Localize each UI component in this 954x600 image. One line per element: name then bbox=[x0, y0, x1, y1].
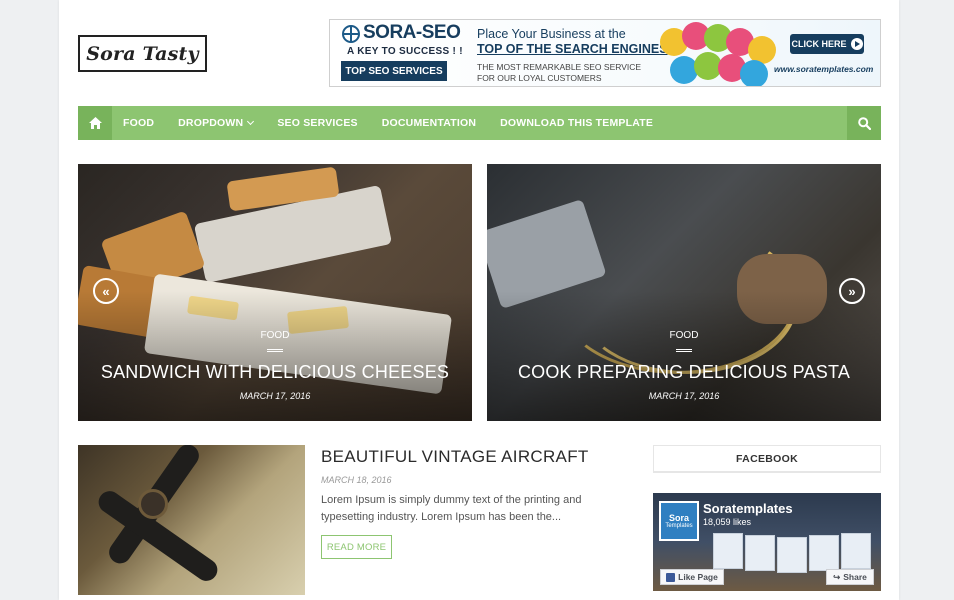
double-chevron-left-icon: « bbox=[102, 283, 110, 299]
facebook-like-count: 18,059 likes bbox=[703, 517, 752, 527]
nav-item-food[interactable]: FOOD bbox=[123, 106, 154, 140]
avatar-subtitle: Templates bbox=[665, 523, 693, 529]
slide-title[interactable]: SANDWICH WITH DELICIOUS CHEESES bbox=[78, 362, 472, 383]
nav-item-documentation[interactable]: DOCUMENTATION bbox=[382, 106, 476, 140]
banner-headline-1: Place Your Business at the bbox=[477, 27, 626, 41]
banner-site-url: www.soratemplates.com bbox=[774, 64, 874, 74]
share-arrow-icon: ↪ bbox=[833, 571, 841, 582]
facebook-page-name[interactable]: Soratemplates bbox=[703, 501, 793, 516]
slide-title[interactable]: COOK PREPARING DELICIOUS PASTA bbox=[487, 362, 881, 383]
facebook-like-page-button[interactable]: Like Page bbox=[660, 569, 724, 585]
post-thumbnail[interactable] bbox=[78, 445, 305, 595]
slider-prev-button[interactable]: « bbox=[93, 278, 119, 304]
post-date: MARCH 18, 2016 bbox=[321, 475, 392, 485]
nav-item-dropdown-label: DROPDOWN bbox=[178, 117, 244, 129]
featured-slide[interactable]: FOOD COOK PREPARING DELICIOUS PASTA MARC… bbox=[487, 164, 881, 421]
slide-shade bbox=[487, 291, 881, 421]
nav-item-download-template[interactable]: DOWNLOAD THIS TEMPLATE bbox=[500, 106, 653, 140]
header-banner-ad[interactable]: SORA-SEO A KEY TO SUCCESS ! ! TOP SEO SE… bbox=[329, 19, 881, 87]
site-logo[interactable]: Sora Tasty bbox=[78, 35, 207, 72]
post-title[interactable]: BEAUTIFUL VINTAGE AIRCRAFT bbox=[321, 447, 589, 467]
avatar-title: Sora bbox=[668, 513, 689, 523]
banner-cta-label: CLICK HERE bbox=[791, 39, 847, 49]
slide-category[interactable]: FOOD bbox=[487, 330, 881, 341]
chevron-down-icon bbox=[247, 117, 255, 126]
double-chevron-right-icon: » bbox=[848, 283, 856, 299]
banner-click-here-button[interactable]: CLICK HERE bbox=[790, 34, 864, 54]
featured-slide[interactable]: FOOD SANDWICH WITH DELICIOUS CHEESES MAR… bbox=[78, 164, 472, 421]
like-page-label: Like Page bbox=[678, 572, 718, 582]
banner-headline-2: TOP OF THE SEARCH ENGINES bbox=[477, 42, 668, 56]
slide-category[interactable]: FOOD bbox=[78, 330, 472, 341]
facebook-page-widget[interactable]: Sora Templates Soratemplates 18,059 like… bbox=[653, 493, 881, 591]
home-icon bbox=[88, 117, 102, 129]
read-more-button[interactable]: READ MORE bbox=[321, 535, 392, 559]
slide-divider bbox=[676, 349, 692, 352]
nav-item-dropdown[interactable]: DROPDOWN bbox=[178, 106, 255, 140]
slider-next-button[interactable]: » bbox=[839, 278, 865, 304]
slide-date: MARCH 17, 2016 bbox=[648, 391, 720, 401]
banner-bubbles-graphic bbox=[660, 22, 782, 86]
slide-shade bbox=[78, 291, 472, 421]
nav-item-seo-services[interactable]: SEO SERVICES bbox=[277, 106, 357, 140]
facebook-share-button[interactable]: ↪ Share bbox=[826, 569, 874, 585]
facebook-icon bbox=[666, 572, 676, 582]
page-container: Sora Tasty SORA-SEO A KEY TO SUCCESS ! !… bbox=[59, 0, 899, 600]
banner-tagline: A KEY TO SUCCESS ! ! bbox=[347, 46, 463, 57]
play-arrow-icon bbox=[850, 38, 863, 50]
site-logo-text: Sora Tasty bbox=[86, 42, 199, 65]
propeller-hub-graphic bbox=[138, 489, 168, 519]
template-screenshots-graphic bbox=[713, 533, 873, 573]
main-navigation: FOOD DROPDOWN SEO SERVICES DOCUMENTATION… bbox=[78, 106, 881, 140]
globe-icon bbox=[342, 25, 360, 43]
widget-title: FACEBOOK bbox=[653, 445, 881, 473]
share-label: Share bbox=[843, 572, 867, 582]
banner-subtext: THE MOST REMARKABLE SEO SERVICE FOR OUR … bbox=[477, 62, 642, 83]
post-excerpt: Lorem Ipsum is simply dummy text of the … bbox=[321, 494, 582, 523]
banner-service-badge: TOP SEO SERVICES bbox=[341, 61, 447, 81]
banner-brand: SORA-SEO bbox=[363, 22, 461, 43]
nav-search-button[interactable] bbox=[847, 106, 881, 140]
slide-date: MARCH 17, 2016 bbox=[239, 391, 311, 401]
search-icon bbox=[857, 116, 871, 130]
nav-home-button[interactable] bbox=[78, 106, 112, 140]
facebook-page-avatar[interactable]: Sora Templates bbox=[659, 501, 699, 541]
slide-divider bbox=[267, 349, 283, 352]
